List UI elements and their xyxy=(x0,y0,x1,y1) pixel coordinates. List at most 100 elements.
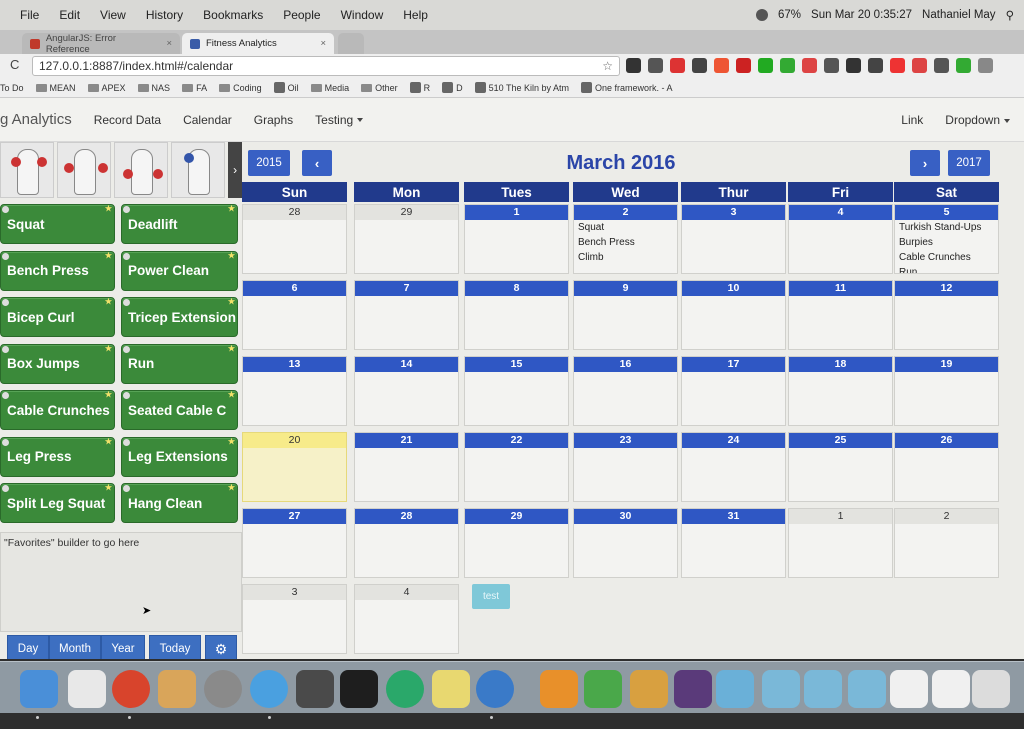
close-icon[interactable]: × xyxy=(320,38,326,49)
event-item[interactable]: Bench Press xyxy=(574,235,677,250)
calendar-day[interactable]: 2 xyxy=(894,508,999,578)
star-icon[interactable]: ★ xyxy=(228,484,235,492)
extension-icon[interactable] xyxy=(780,58,795,73)
star-icon[interactable]: ★ xyxy=(105,205,112,213)
calendar-day[interactable]: 19 xyxy=(894,356,999,426)
info-icon[interactable] xyxy=(123,345,130,353)
info-icon[interactable] xyxy=(2,392,9,399)
prev-year-button[interactable]: 2015 xyxy=(248,150,290,176)
calendar-day[interactable]: 22 xyxy=(464,432,569,502)
calendar-day[interactable]: 4 xyxy=(354,584,459,654)
user-name[interactable]: Nathaniel May xyxy=(922,9,996,21)
dashlane-icon[interactable] xyxy=(386,670,424,708)
menu-file[interactable]: File xyxy=(20,8,39,22)
chevron-right-icon[interactable]: › xyxy=(228,142,242,198)
terminal-icon[interactable] xyxy=(340,670,378,708)
bookmark-item[interactable]: Other xyxy=(361,83,398,93)
calendar-day[interactable]: 27 xyxy=(242,508,347,578)
extension-icon[interactable] xyxy=(736,58,751,73)
downloads-icon[interactable] xyxy=(540,670,578,708)
event-item[interactable]: Cable Crunches xyxy=(895,250,998,265)
prev-month-button[interactable]: ‹ xyxy=(302,150,332,176)
menu-window[interactable]: Window xyxy=(341,8,384,22)
exercise-button[interactable]: ★ Cable Crunches xyxy=(0,390,115,430)
menu-edit[interactable]: Edit xyxy=(59,8,80,22)
calendar-day[interactable]: 14 xyxy=(354,356,459,426)
calendar-day[interactable]: 7 xyxy=(354,280,459,350)
nav-testing-dropdown[interactable]: Testing xyxy=(315,113,364,127)
event-item[interactable]: Run xyxy=(895,265,998,273)
nav-graphs[interactable]: Graphs xyxy=(254,113,293,127)
nav-calendar[interactable]: Calendar xyxy=(183,113,232,127)
exercise-button[interactable]: ★ Bench Press xyxy=(0,250,115,291)
exercise-button[interactable]: ★ Bicep Curl xyxy=(0,297,115,337)
nav-link[interactable]: Link xyxy=(901,113,923,127)
tab-angularjs-error[interactable]: AngularJS: Error Reference × xyxy=(22,33,180,55)
exercise-button[interactable]: ★ Deadlift xyxy=(121,204,238,244)
star-icon[interactable]: ★ xyxy=(105,252,112,260)
photo-icon[interactable] xyxy=(716,670,754,708)
calendar-day[interactable]: 2 Squat Bench Press Climb xyxy=(573,204,678,274)
extension-icon[interactable] xyxy=(912,58,927,73)
calendar-day[interactable]: 11 xyxy=(788,280,893,350)
bookmark-item[interactable]: To Do xyxy=(0,83,24,93)
calendar-day[interactable]: 15 xyxy=(464,356,569,426)
calendar-day[interactable]: 3 xyxy=(242,584,347,654)
muscle-thumbnail[interactable] xyxy=(114,142,169,198)
calendar-day[interactable]: 6 xyxy=(242,280,347,350)
stickies-icon[interactable] xyxy=(432,670,470,708)
star-icon[interactable]: ★ xyxy=(228,205,235,213)
exercise-button[interactable]: ★ Power Clean xyxy=(121,250,238,291)
calendar-day[interactable]: 28 xyxy=(242,204,347,274)
event-item[interactable]: Climb xyxy=(574,250,677,265)
info-icon[interactable] xyxy=(2,252,9,260)
extension-icon[interactable] xyxy=(758,58,773,73)
calendar-day[interactable]: 9 xyxy=(573,280,678,350)
trash-icon[interactable] xyxy=(972,670,1010,708)
star-icon[interactable]: ★ xyxy=(228,391,235,399)
calendar-day[interactable]: 3 xyxy=(681,204,786,274)
extension-icon[interactable] xyxy=(956,58,971,73)
event-item[interactable]: Burpies xyxy=(895,235,998,250)
reload-icon[interactable]: C xyxy=(10,57,19,72)
launchpad-icon[interactable] xyxy=(68,670,106,708)
star-icon[interactable]: ★ xyxy=(105,484,112,492)
star-icon[interactable]: ★ xyxy=(105,438,112,446)
muscle-thumbnail[interactable] xyxy=(0,142,55,198)
calendar-day[interactable]: 28 xyxy=(354,508,459,578)
extension-icon[interactable] xyxy=(648,58,663,73)
bookmark-item[interactable]: NAS xyxy=(137,83,170,93)
exercise-button[interactable]: ★ Squat xyxy=(0,204,115,244)
star-icon[interactable]: ★ xyxy=(228,438,235,446)
calendar-day[interactable]: 29 xyxy=(464,508,569,578)
messages-icon[interactable] xyxy=(250,670,288,708)
exercise-button[interactable]: ★ Hang Clean xyxy=(121,483,238,523)
exercise-button[interactable]: ★ Leg Extensions xyxy=(121,436,238,477)
extension-icon[interactable] xyxy=(670,58,685,73)
info-icon[interactable] xyxy=(123,485,130,492)
system-preferences-icon[interactable] xyxy=(204,670,242,708)
menu-help[interactable]: Help xyxy=(403,8,428,22)
nav-dropdown[interactable]: Dropdown xyxy=(945,113,1010,127)
info-icon[interactable] xyxy=(123,299,130,306)
exercise-button[interactable]: ★ Leg Press xyxy=(0,436,115,477)
calendar-day[interactable]: 1 xyxy=(788,508,893,578)
video-icon[interactable] xyxy=(674,670,712,708)
calendar-day[interactable]: 20 xyxy=(242,432,347,502)
info-icon[interactable] xyxy=(123,206,130,213)
star-icon[interactable]: ★ xyxy=(105,391,112,399)
bookmark-item[interactable]: Media xyxy=(310,83,349,93)
extension-icon[interactable] xyxy=(868,58,883,73)
calendar-day[interactable]: 1 xyxy=(464,204,569,274)
calendar-day[interactable]: 10 xyxy=(681,280,786,350)
info-icon[interactable] xyxy=(123,438,130,446)
chrome-icon[interactable] xyxy=(112,670,150,708)
spotlight-search-icon[interactable]: ⚲ xyxy=(1006,8,1014,22)
tab-fitness-analytics[interactable]: Fitness Analytics × xyxy=(182,33,334,54)
close-icon[interactable]: × xyxy=(166,38,172,49)
address-bar[interactable]: 127.0.0.1:8887/index.html#/calendar ☆ xyxy=(32,56,620,76)
extension-icon[interactable] xyxy=(802,58,817,73)
info-icon[interactable] xyxy=(2,438,9,446)
exercise-button[interactable]: ★ Tricep Extension xyxy=(121,297,238,337)
calendar-day[interactable]: 16 xyxy=(573,356,678,426)
